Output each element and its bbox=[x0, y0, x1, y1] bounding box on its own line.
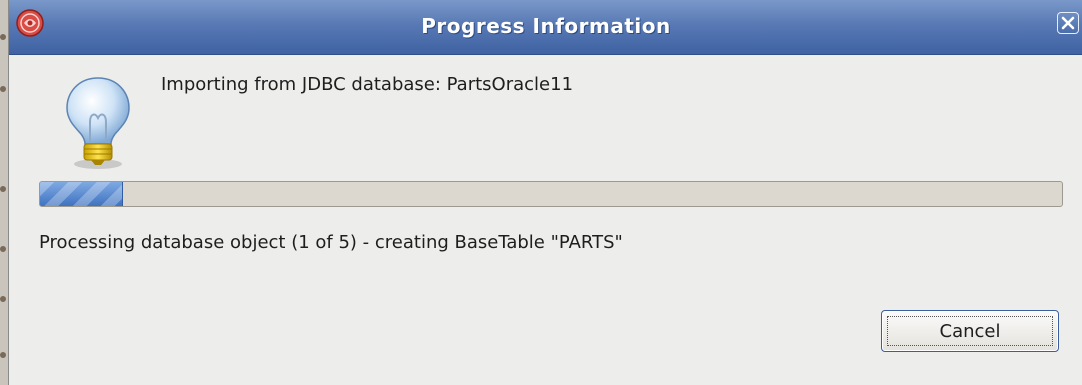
progress-fill bbox=[40, 182, 123, 206]
close-button[interactable] bbox=[1057, 12, 1079, 34]
desktop-edge-mark bbox=[0, 296, 6, 302]
close-icon bbox=[1061, 16, 1075, 30]
window-title: Progress Information bbox=[421, 14, 671, 38]
title-bar[interactable]: Progress Information bbox=[9, 0, 1082, 55]
cancel-button-label: Cancel bbox=[939, 320, 1001, 342]
desktop-edge-mark bbox=[0, 34, 6, 40]
desktop-edge-mark bbox=[0, 86, 6, 92]
import-message: Importing from JDBC database: PartsOracl… bbox=[161, 74, 574, 95]
progress-bar bbox=[39, 181, 1063, 207]
desktop-edge-mark bbox=[0, 186, 6, 192]
lightbulb-icon bbox=[66, 77, 130, 169]
progress-dialog: Progress Information Importing from JDBC… bbox=[8, 0, 1082, 385]
desktop-edge-mark bbox=[0, 246, 6, 252]
cancel-button[interactable]: Cancel bbox=[881, 310, 1059, 352]
status-text: Processing database object (1 of 5) - cr… bbox=[39, 232, 623, 253]
desktop-edge-mark bbox=[0, 352, 6, 358]
